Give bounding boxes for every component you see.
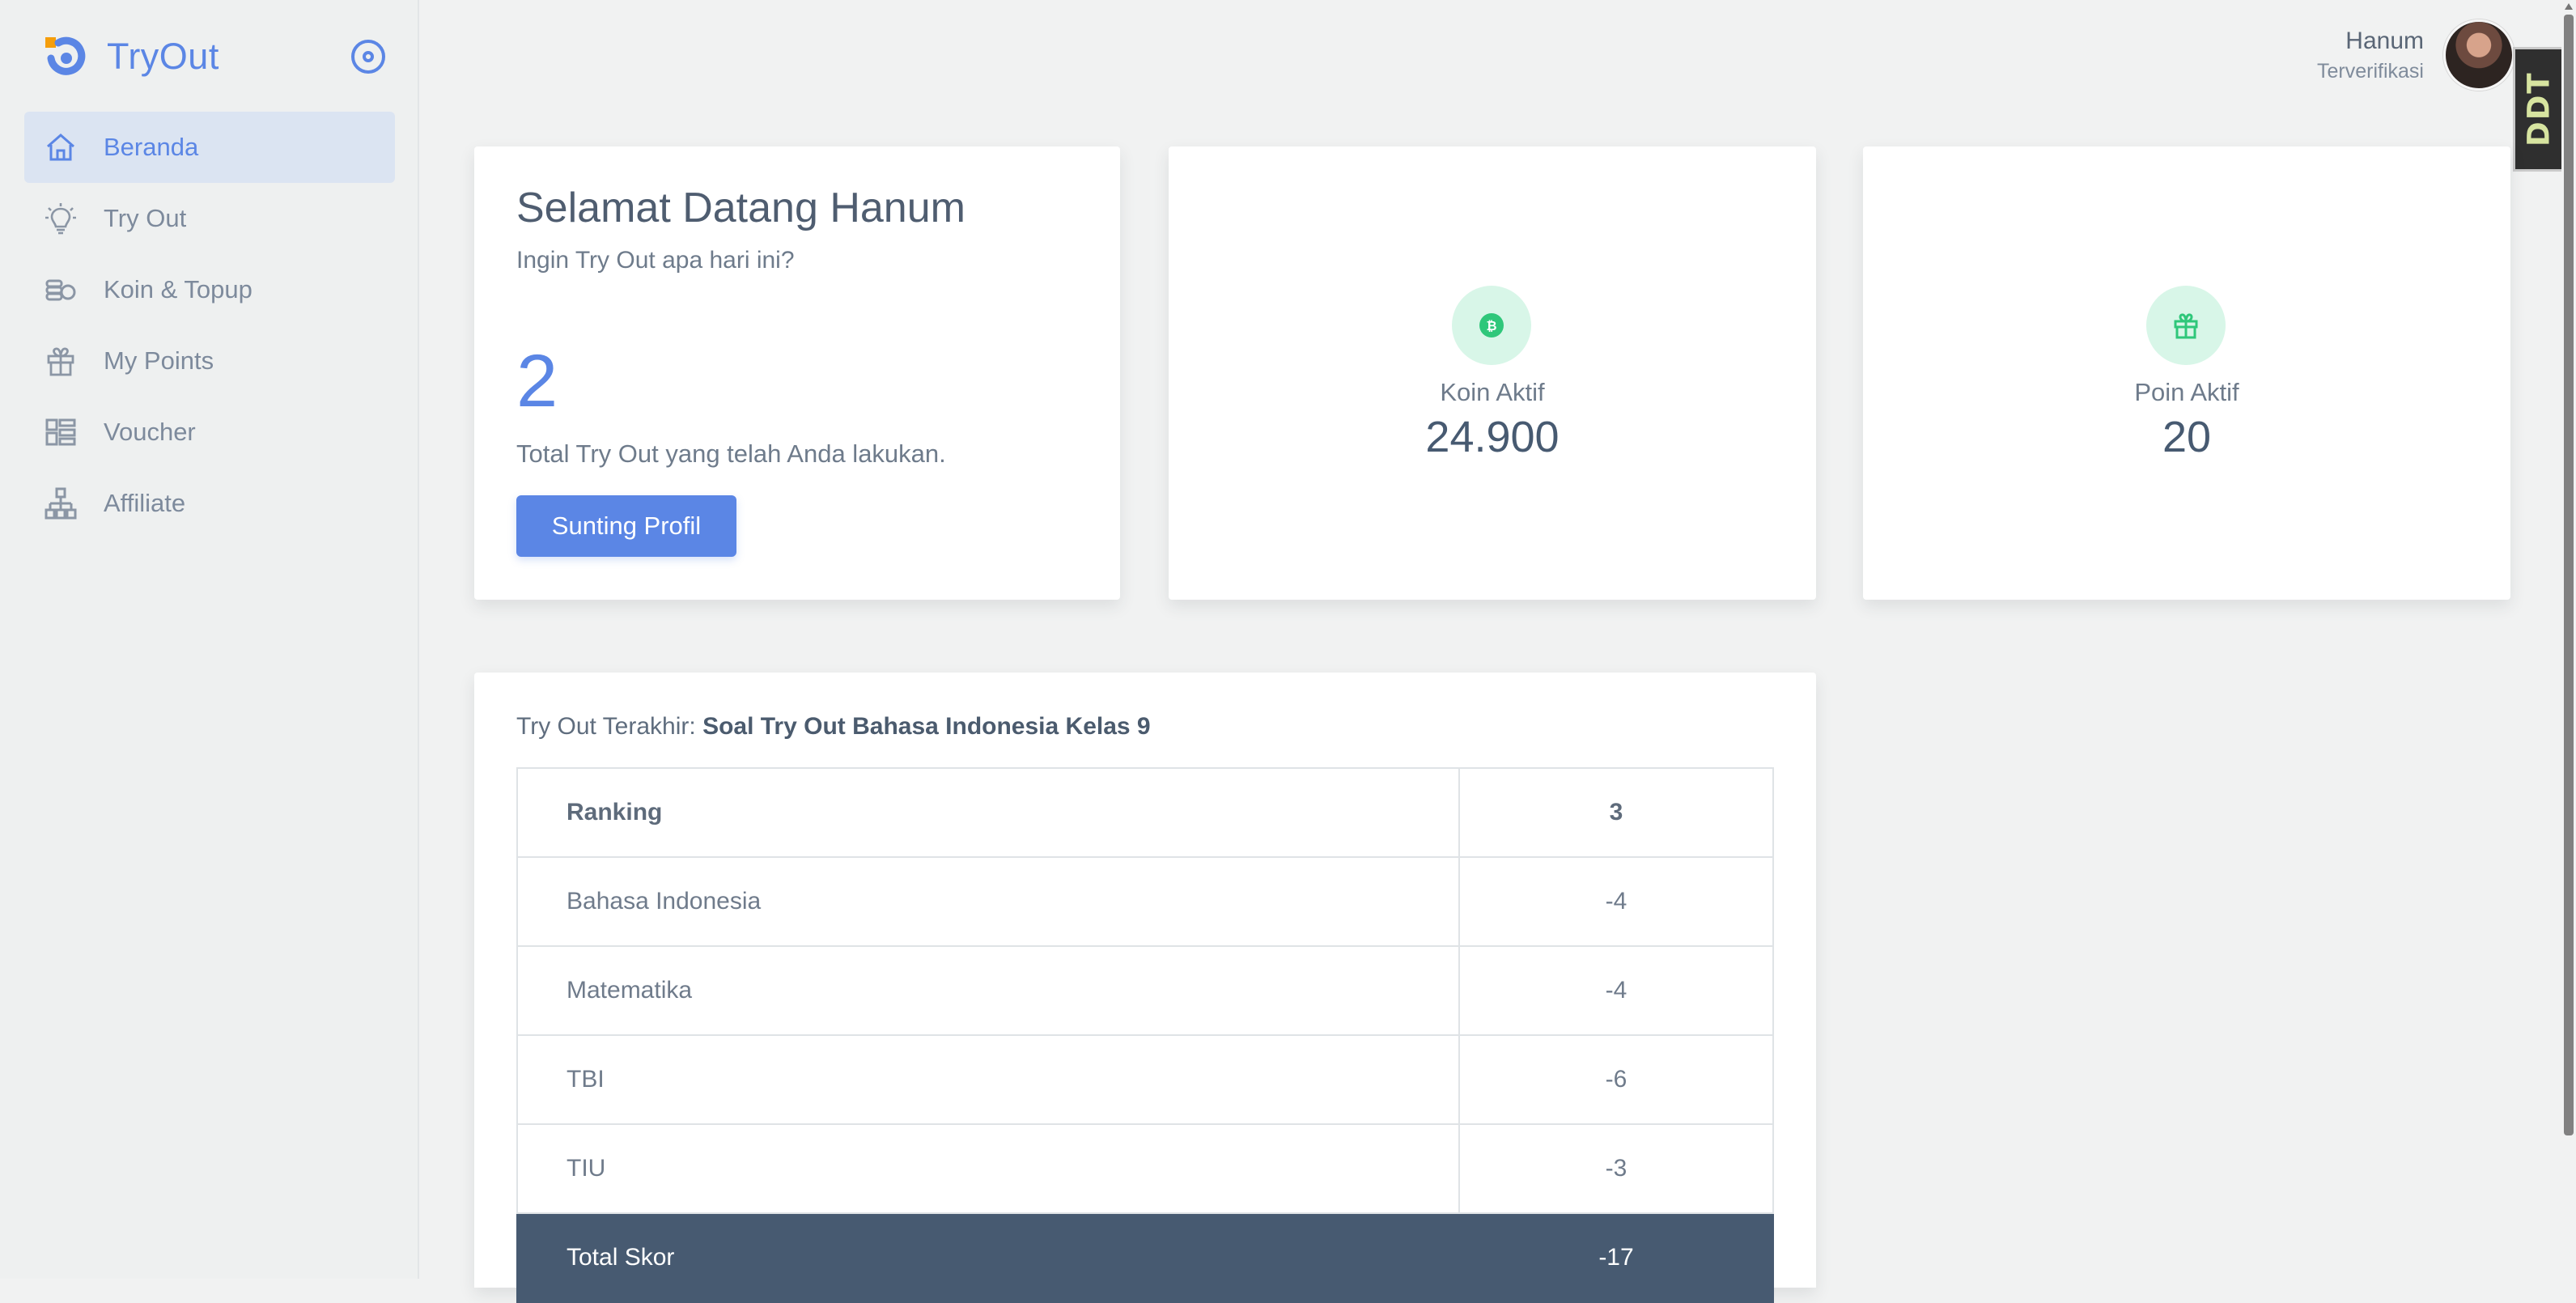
sidebar-item-beranda[interactable]: Beranda: [24, 112, 395, 183]
app-window: TryOut Beranda Try Out Koin & Topup My P…: [0, 0, 2576, 1303]
user-menu[interactable]: Hanum Terverifikasi: [2317, 19, 2514, 91]
results-table: Ranking 3 Bahasa Indonesia -4 Matematika…: [516, 767, 1774, 1303]
bitcoin-icon: ₿: [1452, 286, 1531, 365]
vertical-scrollbar[interactable]: [2561, 0, 2576, 1279]
gift-icon: [44, 344, 78, 378]
sidebar-item-affiliate[interactable]: Affiliate: [24, 468, 395, 539]
edit-profile-button[interactable]: Sunting Profil: [516, 495, 736, 557]
welcome-subtitle: Ingin Try Out apa hari ini?: [516, 247, 795, 274]
latest-tryout-name[interactable]: Soal Try Out Bahasa Indonesia Kelas 9: [702, 713, 1151, 740]
table-row: TIU -3: [516, 1123, 1774, 1214]
total-score-row: Total Skor -17: [516, 1212, 1774, 1303]
subject-label: TIU: [516, 1123, 1460, 1214]
points-stat-label: Poin Aktif: [2134, 378, 2239, 406]
total-score-label: Total Skor: [516, 1212, 1460, 1303]
sidebar-item-try-out[interactable]: Try Out: [24, 183, 395, 254]
sidebar-item-label: Voucher: [104, 418, 196, 446]
tryout-logo-icon: [44, 34, 89, 79]
sidebar-item-label: Affiliate: [104, 489, 186, 517]
points-stat-value: 20: [2162, 413, 2212, 461]
sidebar-item-koin-topup[interactable]: Koin & Topup: [24, 254, 395, 325]
table-row: Ranking 3: [516, 767, 1774, 858]
sidebar: TryOut Beranda Try Out Koin & Topup My P…: [0, 0, 419, 1279]
gift-icon: [2146, 286, 2226, 365]
table-row: Matematika -4: [516, 945, 1774, 1036]
latest-tryout-prefix: Try Out Terakhir:: [516, 713, 703, 740]
coin-stat-label: Koin Aktif: [1440, 378, 1545, 406]
coins-icon: [44, 273, 78, 307]
welcome-card: Selamat Datang Hanum Ingin Try Out apa h…: [474, 146, 1120, 600]
welcome-title: Selamat Datang Hanum: [516, 185, 965, 231]
latest-tryout-title: Try Out Terakhir: Soal Try Out Bahasa In…: [516, 713, 1151, 741]
user-info: Hanum Terverifikasi: [2317, 27, 2424, 83]
points-stat-card: Poin Aktif 20: [1863, 146, 2510, 600]
subject-score: -4: [1458, 856, 1774, 947]
sidebar-item-label: Beranda: [104, 133, 199, 161]
sidebar-nav: Beranda Try Out Koin & Topup My Points V…: [24, 112, 395, 539]
side-badge[interactable]: DDT: [2513, 47, 2565, 172]
subject-label: TBI: [516, 1034, 1460, 1125]
total-tryout-count: 2: [516, 340, 558, 422]
app-title: TryOut: [107, 36, 219, 77]
home-icon: [44, 130, 78, 164]
table-row: Bahasa Indonesia -4: [516, 856, 1774, 947]
coin-stat-card: ₿ Koin Aktif 24.900: [1169, 146, 1816, 600]
coin-stat-value: 24.900: [1425, 413, 1560, 461]
subject-score: -4: [1458, 945, 1774, 1036]
table-row: TBI -6: [516, 1034, 1774, 1125]
sidebar-item-label: Koin & Topup: [104, 275, 253, 303]
sidebar-item-voucher[interactable]: Voucher: [24, 397, 395, 468]
sidebar-item-label: Try Out: [104, 204, 187, 232]
avatar[interactable]: [2443, 19, 2514, 91]
subject-score: -6: [1458, 1034, 1774, 1125]
verification-status: Terverifikasi: [2317, 60, 2424, 83]
lightbulb-icon: [44, 202, 78, 236]
sidebar-item-label: My Points: [104, 346, 214, 375]
subject-label: Matematika: [516, 945, 1460, 1036]
ranking-value: 3: [1458, 767, 1774, 858]
voucher-grid-icon: [44, 415, 78, 449]
user-name: Hanum: [2345, 28, 2424, 54]
scroll-up-icon[interactable]: [2565, 3, 2573, 10]
subject-score: -3: [1458, 1123, 1774, 1214]
svg-text:₿: ₿: [1486, 318, 1496, 333]
brand[interactable]: TryOut: [44, 31, 219, 83]
radio-dot-icon: [363, 51, 374, 62]
scroll-thumb[interactable]: [2564, 15, 2574, 1135]
subject-label: Bahasa Indonesia: [516, 856, 1460, 947]
ranking-label: Ranking: [516, 767, 1460, 858]
sidebar-item-my-points[interactable]: My Points: [24, 325, 395, 397]
latest-tryout-card: Try Out Terakhir: Soal Try Out Bahasa In…: [474, 673, 1816, 1303]
network-icon: [44, 486, 78, 520]
total-tryout-label: Total Try Out yang telah Anda lakukan.: [516, 439, 946, 468]
sidebar-toggle-button[interactable]: [351, 40, 385, 74]
total-score-value: -17: [1458, 1212, 1774, 1303]
